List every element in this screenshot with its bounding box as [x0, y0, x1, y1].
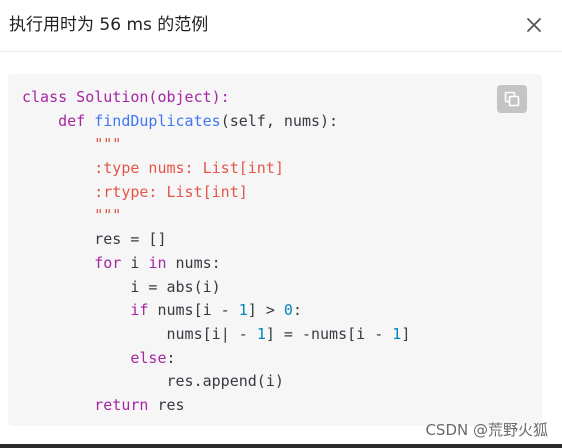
- code-token: 1: [256, 324, 266, 343]
- code-token: :type nums: List[int]: [94, 159, 284, 178]
- code-token: 1: [392, 324, 402, 343]
- dialog-title: 执行用时为 56 ms 的范例: [9, 15, 209, 35]
- code-token: :rtype: List[int]: [94, 182, 248, 201]
- code-token: """: [94, 135, 122, 154]
- code-line: def findDuplicates(self, nums):: [22, 110, 410, 134]
- copy-code-button[interactable]: [497, 85, 527, 113]
- close-icon: [527, 18, 541, 32]
- code-line: """: [22, 133, 410, 157]
- code-line: :type nums: List[int]: [22, 157, 410, 181]
- code-token: res: [148, 395, 185, 414]
- code-token: """: [94, 206, 122, 225]
- code-content: class Solution(object): def findDuplicat…: [22, 86, 410, 418]
- code-token: return: [94, 395, 149, 414]
- code-line: if nums[i - 1] > 0:: [22, 299, 410, 323]
- code-line: i = abs(i): [22, 276, 410, 300]
- code-line: return res: [22, 394, 410, 418]
- code-line: for i in nums:: [22, 252, 410, 276]
- code-token: for: [94, 253, 122, 272]
- copy-icon: [504, 91, 520, 107]
- code-token: (self, nums):: [220, 111, 339, 130]
- code-token: class Solution(object):: [22, 88, 230, 106]
- code-line: res.append(i): [22, 370, 410, 394]
- code-token: 0: [283, 301, 293, 320]
- watermark: CSDN @荒野火狐: [425, 421, 548, 439]
- dialog-header: 执行用时为 56 ms 的范例: [0, 0, 562, 52]
- code-token: if: [130, 301, 149, 320]
- code-token: res = []: [94, 230, 167, 249]
- taskbar-edge: [0, 444, 562, 448]
- code-line: res = []: [22, 228, 410, 252]
- code-token: ] >: [247, 301, 284, 320]
- code-token: :: [292, 301, 302, 320]
- code-token: nums[i: [166, 324, 221, 343]
- code-token: else: [130, 348, 167, 367]
- code-line: """: [22, 204, 410, 228]
- code-line: :rtype: List[int]: [22, 181, 410, 205]
- code-token: nums:: [166, 253, 221, 272]
- code-token: ] = -nums[i -: [265, 324, 393, 343]
- code-token: i = abs(i): [130, 277, 221, 296]
- code-token: i: [121, 253, 149, 272]
- code-token: nums[i -: [148, 301, 239, 320]
- code-token: 1: [238, 301, 248, 320]
- code-line: nums[i| - 1] = -nums[i - 1]: [22, 323, 411, 347]
- code-token: res.append(i): [166, 372, 284, 391]
- code-token: findDuplicates: [94, 111, 221, 130]
- close-button[interactable]: [522, 13, 546, 37]
- code-token: :: [166, 348, 176, 367]
- code-example-dialog: 执行用时为 56 ms 的范例 class Solution(object): …: [0, 0, 562, 448]
- code-token: ]: [401, 324, 411, 343]
- code-token: in: [148, 253, 167, 272]
- code-token: def: [58, 111, 95, 130]
- code-token: | -: [220, 324, 257, 343]
- code-line: class Solution(object):: [22, 86, 410, 110]
- code-line: else:: [22, 347, 410, 371]
